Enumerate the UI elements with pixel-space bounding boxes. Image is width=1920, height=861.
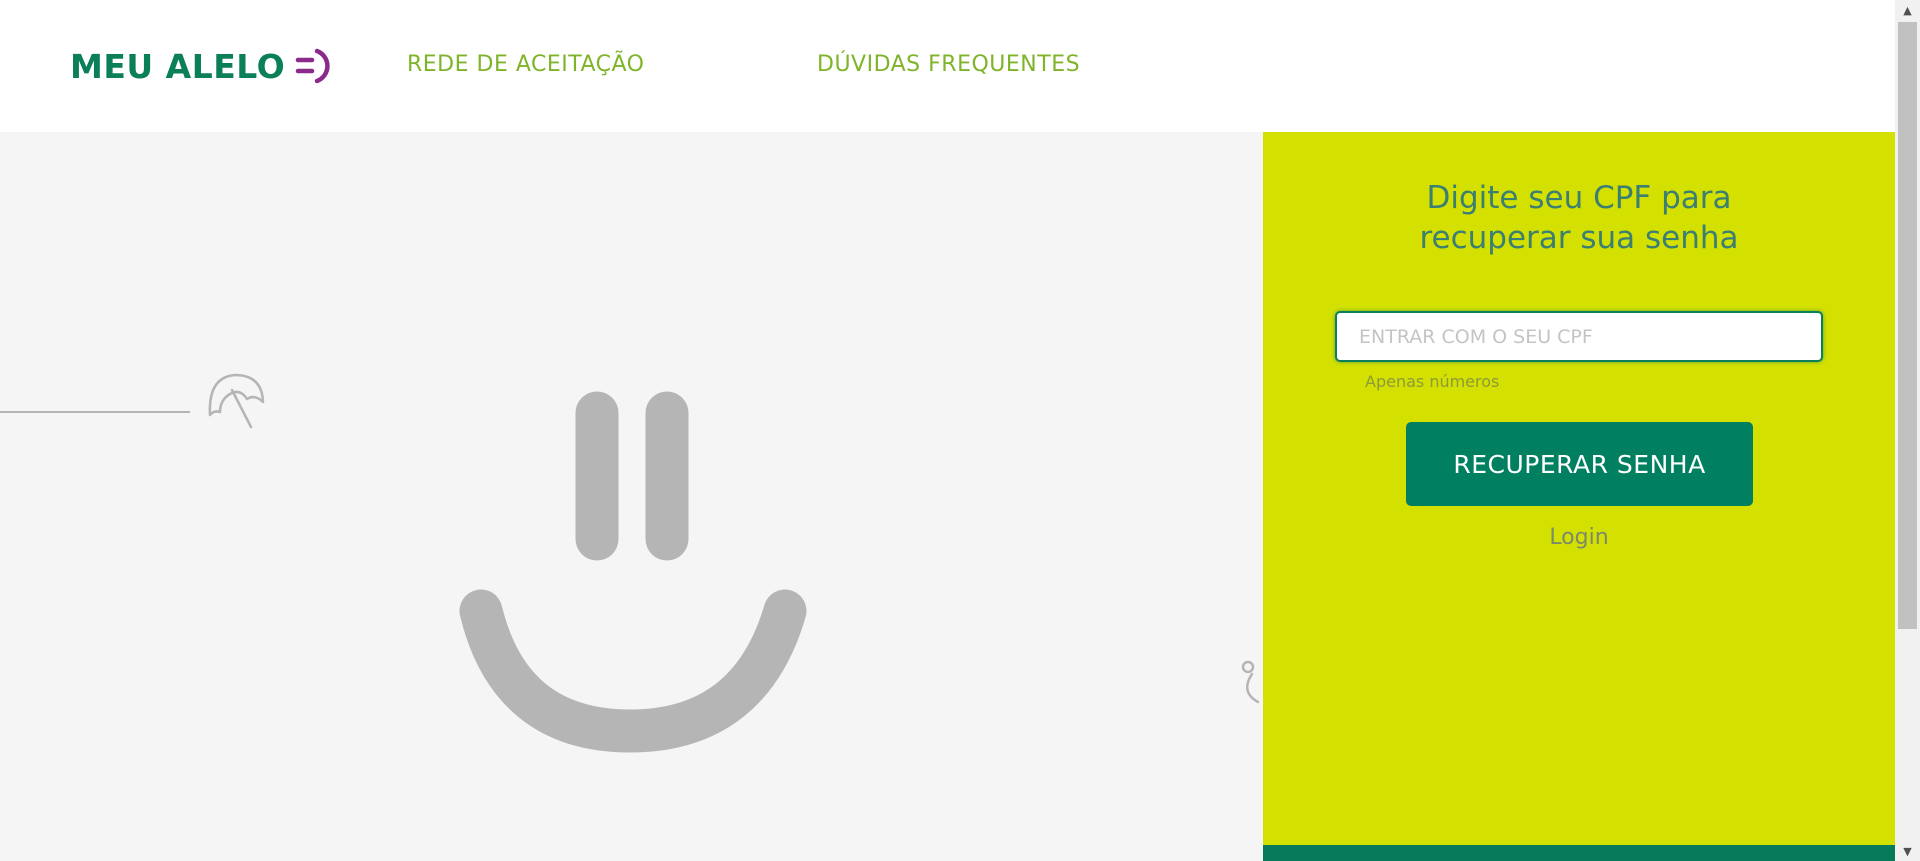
scroll-up-arrow-icon[interactable]: ▲ — [1895, 0, 1920, 20]
scrollbar-thumb[interactable] — [1898, 22, 1917, 629]
password-recovery-panel: Digite seu CPF para recuperar sua senha … — [1263, 132, 1895, 861]
recovery-title: Digite seu CPF para recuperar sua senha — [1263, 178, 1895, 258]
cocktail-icon — [1241, 660, 1260, 704]
logo-smile-icon — [295, 48, 330, 84]
illustration-area — [0, 373, 1260, 753]
panel-footer-bar — [1263, 845, 1895, 861]
site-header: MEU ALELO REDE DE ACEITAÇÃO DÚVIDAS FREQ… — [0, 0, 1895, 132]
scroll-down-arrow-icon[interactable]: ▼ — [1895, 841, 1920, 861]
login-link[interactable]: Login — [1263, 525, 1895, 550]
cpf-hint: Apenas números — [1365, 372, 1500, 391]
nav-rede-de-aceitacao[interactable]: REDE DE ACEITAÇÃO — [407, 52, 645, 77]
smiley-icon — [459, 391, 807, 753]
beach-umbrella-icon — [208, 373, 265, 429]
recovery-title-line-2: recuperar sua senha — [1419, 220, 1739, 256]
page-scrollbar[interactable]: ▲ ▼ — [1895, 0, 1920, 861]
logo[interactable]: MEU ALELO — [70, 44, 335, 88]
recovery-title-line-1: Digite seu CPF para — [1426, 180, 1732, 216]
logo-text: MEU ALELO — [70, 46, 286, 86]
recover-password-button[interactable]: RECUPERAR SENHA — [1406, 422, 1753, 506]
nav-duvidas-frequentes[interactable]: DÚVIDAS FREQUENTES — [817, 52, 1080, 77]
cpf-input[interactable] — [1335, 311, 1823, 362]
